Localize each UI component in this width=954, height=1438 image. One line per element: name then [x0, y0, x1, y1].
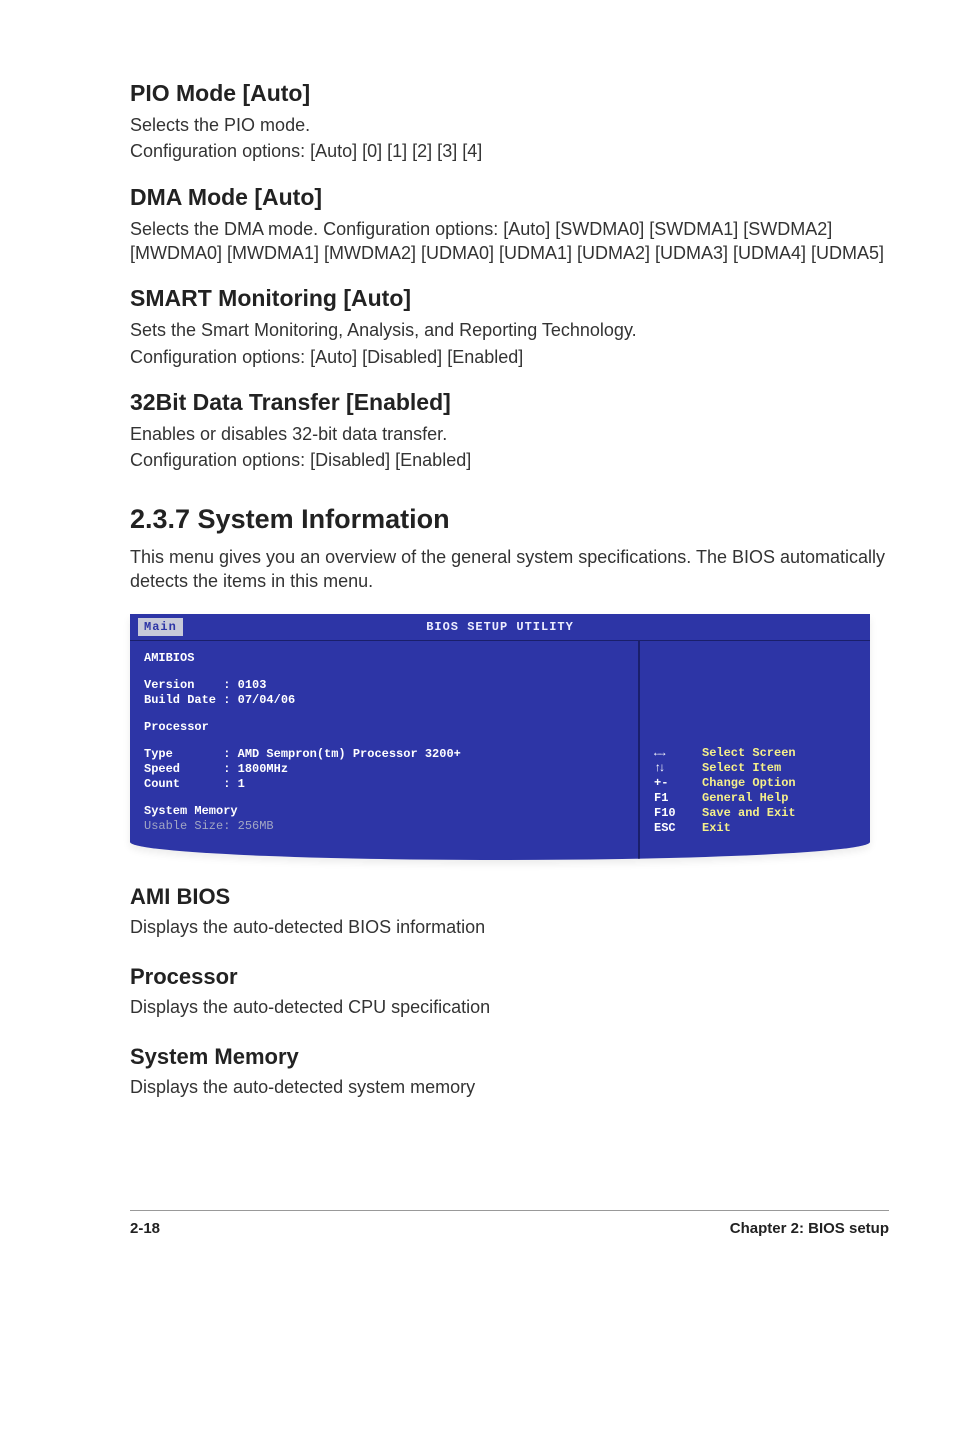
bios-left-panel: AMIBIOS Version : 0103 Build Date : 07/0…: [130, 641, 640, 860]
heading-dma-mode: DMA Mode [Auto]: [130, 182, 889, 213]
heading-pio-mode: PIO Mode [Auto]: [130, 78, 889, 109]
heading-system-information: 2.3.7 System Information: [130, 501, 889, 537]
bios-help-legend: Select Screen Select Item +- Change Opti…: [654, 746, 860, 836]
bios-help-action: Exit: [702, 821, 731, 836]
page-footer: 2-18 Chapter 2: BIOS setup: [130, 1210, 889, 1239]
bios-help-key: +-: [654, 776, 702, 791]
bios-help-row: ESC Exit: [654, 821, 860, 836]
text-amibios-line1: Displays the auto-detected BIOS informat…: [130, 915, 889, 939]
text-smart-line1: Sets the Smart Monitoring, Analysis, and…: [130, 318, 889, 342]
text-pio-line1: Selects the PIO mode.: [130, 113, 889, 137]
bios-help-action: Select Item: [702, 761, 781, 776]
bios-version-row: Version : 0103: [144, 678, 624, 693]
bios-help-key: F1: [654, 791, 702, 806]
bios-speed-row: Speed : 1800MHz: [144, 762, 624, 777]
bios-sysmem-label: System Memory: [144, 804, 624, 819]
text-smart-line2: Configuration options: [Auto] [Disabled]…: [130, 345, 889, 369]
bios-body: AMIBIOS Version : 0103 Build Date : 07/0…: [130, 640, 870, 860]
bios-help-key: ESC: [654, 821, 702, 836]
bios-builddate-row: Build Date : 07/04/06: [144, 693, 624, 708]
heading-smart-monitoring: SMART Monitoring [Auto]: [130, 283, 889, 314]
text-transfer-line2: Configuration options: [Disabled] [Enabl…: [130, 448, 889, 472]
bios-help-row: Select Item: [654, 761, 860, 776]
heading-processor: Processor: [130, 962, 889, 992]
bios-help-action: Change Option: [702, 776, 796, 791]
footer-chapter-title: Chapter 2: BIOS setup: [730, 1219, 889, 1239]
text-sysinfo-line1: This menu gives you an overview of the g…: [130, 545, 889, 594]
bios-header-bar: Main BIOS SETUP UTILITY: [130, 614, 870, 640]
heading-system-memory: System Memory: [130, 1042, 889, 1072]
footer-page-number: 2-18: [130, 1219, 160, 1239]
bios-help-row: +- Change Option: [654, 776, 860, 791]
heading-32bit-transfer: 32Bit Data Transfer [Enabled]: [130, 387, 889, 418]
bios-usable-row: Usable Size: 256MB: [144, 819, 624, 834]
bios-help-row: F10 Save and Exit: [654, 806, 860, 821]
arrow-up-down-icon: [654, 761, 662, 775]
bios-processor-label: Processor: [144, 720, 624, 735]
bios-help-action: Select Screen: [702, 746, 796, 761]
bios-help-key: F10: [654, 806, 702, 821]
bios-tab-main: Main: [138, 618, 183, 636]
bios-help-key: [654, 746, 702, 761]
bios-right-panel: Select Screen Select Item +- Change Opti…: [640, 641, 870, 860]
text-sysmem-line1: Displays the auto-detected system memory: [130, 1075, 889, 1099]
bios-header-title: BIOS SETUP UTILITY: [426, 620, 574, 634]
bios-help-action: Save and Exit: [702, 806, 796, 821]
bios-setup-utility-screenshot: Main BIOS SETUP UTILITY AMIBIOS Version …: [130, 614, 870, 860]
bios-help-row: Select Screen: [654, 746, 860, 761]
heading-ami-bios: AMI BIOS: [130, 882, 889, 912]
bios-count-row: Count : 1: [144, 777, 624, 792]
text-dma-line1: Selects the DMA mode. Configuration opti…: [130, 217, 889, 266]
bios-amibios-label: AMIBIOS: [144, 651, 624, 666]
bios-type-row: Type : AMD Sempron(tm) Processor 3200+: [144, 747, 624, 762]
text-transfer-line1: Enables or disables 32-bit data transfer…: [130, 422, 889, 446]
text-processor-line1: Displays the auto-detected CPU specifica…: [130, 995, 889, 1019]
bios-help-action: General Help: [702, 791, 788, 806]
bios-help-row: F1 General Help: [654, 791, 860, 806]
bios-help-key: [654, 761, 702, 776]
text-pio-line2: Configuration options: [Auto] [0] [1] [2…: [130, 139, 889, 163]
arrow-left-right-icon: [654, 746, 662, 760]
